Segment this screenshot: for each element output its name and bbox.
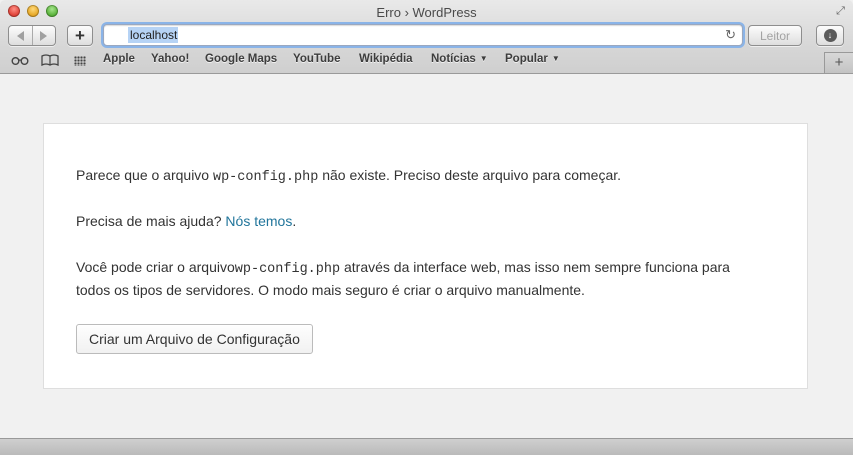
window-title: Erro › WordPress bbox=[376, 5, 477, 20]
back-arrow-icon bbox=[16, 30, 24, 41]
bookmark-apple[interactable]: Apple bbox=[103, 53, 135, 65]
downloads-button[interactable]: ↓ bbox=[816, 25, 844, 46]
back-button[interactable] bbox=[9, 26, 32, 45]
bookmark-youtube[interactable]: YouTube bbox=[293, 53, 340, 65]
missing-config-message: Parece que o arquivo wp-config.php não e… bbox=[76, 167, 622, 185]
bookmark-yahoo[interactable]: Yahoo! bbox=[151, 53, 189, 65]
browser-toolbar: Erro › WordPress ⤢ + localhost ↻ Leitor … bbox=[0, 0, 853, 74]
browser-window: Erro › WordPress ⤢ + localhost ↻ Leitor … bbox=[0, 0, 853, 455]
bookmarks-bar: Apple Yahoo! Google Maps YouTube Wikipéd… bbox=[0, 51, 853, 71]
help-message: Precisa de mais ajuda? Nós temos. bbox=[76, 213, 297, 229]
download-arrow-icon: ↓ bbox=[823, 29, 837, 42]
url-text[interactable]: localhost bbox=[128, 27, 179, 43]
top-sites-grid-icon[interactable] bbox=[70, 54, 90, 69]
bookmark-folder-popular[interactable]: Popular ▼ bbox=[505, 53, 560, 65]
status-bar bbox=[0, 438, 853, 455]
setup-config-card: Parece que o arquivo wp-config.php não e… bbox=[43, 123, 808, 389]
help-link[interactable]: Nós temos bbox=[225, 213, 292, 229]
reload-icon[interactable]: ↻ bbox=[725, 27, 736, 43]
forward-button[interactable] bbox=[31, 26, 56, 45]
bookmark-google-maps[interactable]: Google Maps bbox=[205, 53, 277, 65]
bookmark-folder-label: Notícias bbox=[431, 53, 476, 65]
config-filename: wp-config.php bbox=[212, 170, 319, 185]
chevron-down-icon: ▼ bbox=[551, 54, 560, 63]
bookmark-folder-noticias[interactable]: Notícias ▼ bbox=[431, 53, 488, 65]
fullscreen-icon[interactable]: ⤢ bbox=[834, 5, 847, 18]
web-interface-message: Você pode criar o arquivowp-config.php a… bbox=[76, 259, 730, 298]
chevron-down-icon: ▼ bbox=[479, 54, 488, 63]
forward-arrow-icon bbox=[40, 30, 48, 41]
add-bookmark-button[interactable]: + bbox=[67, 25, 93, 46]
bookmark-wikipedia[interactable]: Wikipédia bbox=[359, 53, 413, 65]
bookmarks-book-icon[interactable] bbox=[40, 53, 60, 69]
back-forward-buttons bbox=[8, 25, 56, 46]
page-content: Parece que o arquivo wp-config.php não e… bbox=[0, 74, 853, 438]
new-tab-button[interactable]: + bbox=[824, 52, 853, 73]
address-bar[interactable]: localhost ↻ bbox=[103, 24, 743, 46]
reading-list-icon[interactable] bbox=[10, 54, 30, 69]
create-config-file-button[interactable]: Criar um Arquivo de Configuração bbox=[76, 324, 313, 354]
reader-button[interactable]: Leitor bbox=[748, 25, 802, 46]
bookmark-folder-label: Popular bbox=[505, 53, 548, 65]
config-filename: wp-config.php bbox=[234, 262, 341, 277]
